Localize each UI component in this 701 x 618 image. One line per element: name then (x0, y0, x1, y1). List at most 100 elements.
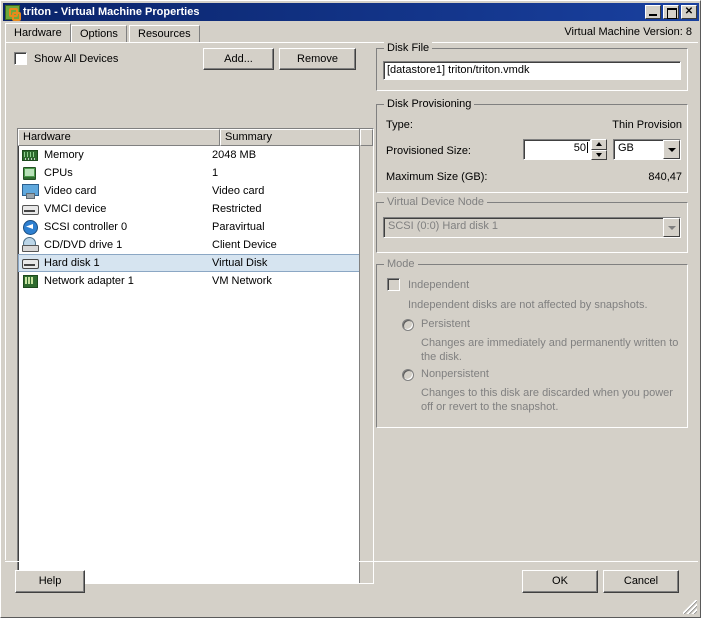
cpu-icon (22, 165, 38, 181)
disk-file-legend: Disk File (384, 42, 433, 54)
hardware-name: SCSI controller 0 (44, 221, 128, 233)
provisioned-size-label: Provisioned Size: (386, 145, 471, 157)
table-row[interactable]: Video card Video card (18, 182, 373, 200)
text-caret (587, 142, 588, 153)
window-controls: ✕ (645, 5, 697, 19)
ok-button[interactable]: OK (522, 570, 598, 593)
table-row[interactable]: Hard disk 1 Virtual Disk (18, 254, 373, 272)
persistent-radio (402, 319, 414, 331)
hardware-name: Memory (44, 149, 84, 161)
hardware-name: Network adapter 1 (44, 275, 134, 287)
client-area: Show All Devices Add... Remove Hardware … (5, 42, 698, 584)
nonpersistent-radio (402, 369, 414, 381)
tab-options[interactable]: Options (71, 25, 127, 42)
disk-provisioning-group: Disk Provisioning Type: Thin Provision P… (376, 98, 688, 193)
chevron-up-icon (596, 142, 602, 147)
scsi-icon (22, 219, 38, 235)
memory-icon (22, 147, 38, 163)
column-header-hardware[interactable]: Hardware (18, 129, 220, 146)
hardware-list-header: Hardware Summary (18, 129, 373, 146)
table-row[interactable]: VMCI device Restricted (18, 200, 373, 218)
hardware-list[interactable]: Hardware Summary Memory 2048 MB CPUs 1 V (17, 128, 374, 584)
show-all-devices-row[interactable]: Show All Devices (14, 52, 118, 65)
type-label: Type: (386, 119, 413, 131)
resize-grip-icon[interactable] (683, 600, 697, 614)
nonpersistent-description: Changes to this disk are discarded when … (421, 387, 673, 413)
provisioned-size-stepper[interactable]: 50 (523, 139, 607, 160)
virtual-device-node-legend: Virtual Device Node (384, 196, 488, 208)
independent-label: Independent (408, 279, 470, 291)
hardware-name: Video card (44, 185, 97, 197)
network-icon (22, 273, 38, 289)
show-all-devices-checkbox[interactable] (14, 52, 27, 65)
persistent-label: Persistent (421, 318, 470, 330)
disk-file-group: Disk File [datastore1] triton/triton.vmd… (376, 42, 688, 91)
disk-file-input[interactable]: [datastore1] triton/triton.vmdk (383, 61, 681, 80)
help-button[interactable]: Help (15, 570, 85, 593)
title-bar[interactable]: triton - Virtual Machine Properties ✕ (3, 3, 699, 21)
table-row[interactable]: CPUs 1 (18, 164, 373, 182)
hardware-summary: Client Device (212, 239, 277, 251)
nonpersistent-label: Nonpersistent (421, 368, 489, 380)
spinner-buttons (591, 139, 607, 160)
table-row[interactable]: Network adapter 1 VM Network (18, 272, 373, 290)
type-value: Thin Provision (612, 119, 682, 131)
window-title: triton - Virtual Machine Properties (23, 6, 200, 18)
virtual-device-node-value: SCSI (0:0) Hard disk 1 (388, 220, 499, 232)
hardware-summary: 1 (212, 167, 219, 179)
close-button[interactable]: ✕ (681, 5, 697, 19)
persistent-description: Changes are immediately and permanently … (421, 337, 679, 363)
table-row[interactable]: SCSI controller 0 Paravirtual (18, 218, 373, 236)
hardware-summary: VM Network (212, 275, 272, 287)
chevron-down-icon (596, 152, 602, 157)
size-units-value: GB (618, 142, 634, 154)
vm-properties-window: triton - Virtual Machine Properties ✕ Vi… (0, 0, 701, 618)
hardware-summary: Paravirtual (212, 221, 265, 233)
hardware-summary: 2048 MB (212, 149, 257, 161)
mode-group: Mode Independent Independent disks are n… (376, 258, 688, 428)
vm-icon (5, 4, 21, 21)
hardware-rows: Memory 2048 MB CPUs 1 Video card Video c… (18, 146, 373, 290)
hardware-list-scrollbar[interactable] (359, 129, 373, 583)
hardware-summary: Virtual Disk (212, 257, 268, 269)
tab-hardware[interactable]: Hardware (5, 23, 71, 42)
minimize-button[interactable] (645, 5, 661, 19)
tab-resources[interactable]: Resources (129, 25, 200, 42)
maximum-size-label: Maximum Size (GB): (386, 171, 488, 183)
show-all-devices-label: Show All Devices (34, 52, 119, 65)
tab-strip: Hardware Options Resources (5, 23, 698, 42)
hardware-name: VMCI device (44, 203, 107, 215)
mode-legend: Mode (384, 258, 418, 270)
chevron-down-icon[interactable] (663, 140, 680, 159)
hardware-name: Hard disk 1 (44, 257, 100, 269)
independent-description: Independent disks are not affected by sn… (408, 299, 648, 311)
maximum-size-value: 840,47 (648, 171, 682, 183)
independent-checkbox (387, 278, 400, 291)
disk-provisioning-legend: Disk Provisioning (384, 98, 475, 110)
size-units-select[interactable]: GB (613, 139, 681, 160)
provisioned-size-input[interactable]: 50 (523, 139, 591, 160)
add-button[interactable]: Add... (203, 48, 274, 70)
spinner-up-button[interactable] (591, 139, 607, 150)
video-icon (22, 183, 39, 199)
virtual-device-node-select: SCSI (0:0) Hard disk 1 (383, 217, 681, 238)
table-row[interactable]: CD/DVD drive 1 Client Device (18, 236, 373, 254)
vmci-icon (22, 201, 39, 217)
column-header-summary[interactable]: Summary (220, 129, 360, 146)
hardware-summary: Video card (212, 185, 265, 197)
virtual-device-node-group: Virtual Device Node SCSI (0:0) Hard disk… (376, 196, 688, 253)
provisioned-size-value: 50 (573, 142, 586, 154)
chevron-down-icon (663, 218, 680, 237)
hardware-summary: Restricted (212, 203, 262, 215)
hardware-name: CPUs (44, 167, 73, 179)
scrollbar-corner (360, 129, 373, 146)
remove-button[interactable]: Remove (279, 48, 356, 70)
hardware-name: CD/DVD drive 1 (44, 239, 123, 251)
cancel-button[interactable]: Cancel (603, 570, 679, 593)
table-row[interactable]: Memory 2048 MB (18, 146, 373, 164)
spinner-down-button[interactable] (591, 149, 607, 160)
maximize-button[interactable] (663, 5, 679, 19)
footer-divider (5, 561, 698, 562)
cddvd-icon (22, 237, 39, 253)
harddisk-icon (22, 255, 39, 271)
